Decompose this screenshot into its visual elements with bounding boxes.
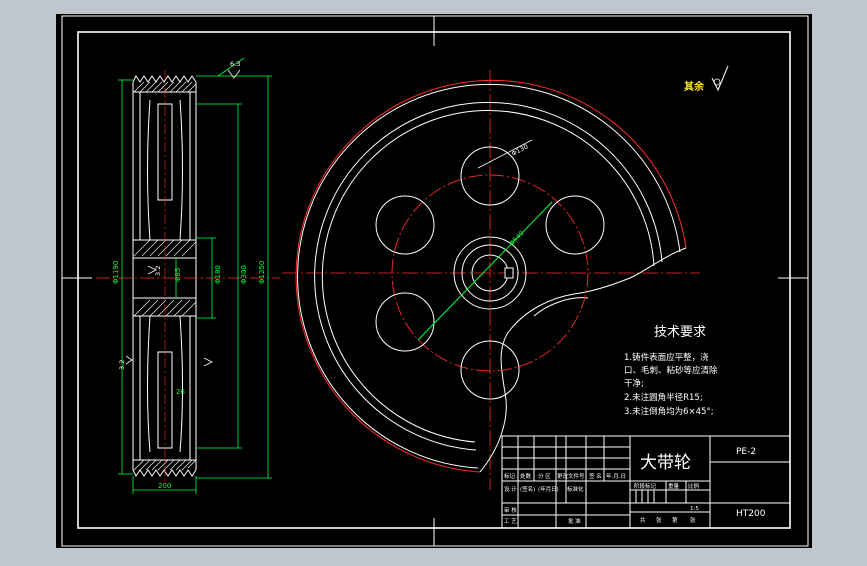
dim-left-outer: Φ1190 <box>112 261 120 284</box>
roughness-left: 3.2 <box>118 360 126 370</box>
surface-finish-rest-label: 其余 <box>684 80 705 93</box>
drawing-number: PE-2 <box>736 447 756 457</box>
scale: 1:5 <box>690 506 699 512</box>
tb-r2-3: 标准化 <box>567 485 584 493</box>
tb-r1-3: 更改文件号 <box>557 472 585 480</box>
roughness-top: 6.3 <box>230 60 240 68</box>
tb-r2-right-1: 重量 <box>668 482 680 490</box>
tech-req-line5: 3.未注倒角均为6×45°; <box>624 406 714 417</box>
cad-window: Φ1190 Φ85 Φ180 Φ300 Φ1250 200 26 6.3 3.2… <box>0 0 867 562</box>
tb-r1-1: 处数 <box>520 472 532 480</box>
dim-left-hub: Φ85 <box>174 268 182 282</box>
tech-req-line3: 干净; <box>624 378 644 389</box>
tech-req-line2: 口、毛刺、粘砂等应清除 <box>624 365 718 376</box>
tb-r1-2: 分 区 <box>538 472 551 480</box>
tb-r4-right-1: 张 <box>656 516 662 524</box>
tb-r4-left-1: 批 准 <box>568 517 581 525</box>
tb-r2-0: 设 计 <box>504 485 517 493</box>
tech-req-heading: 技术要求 <box>654 325 706 340</box>
tb-r2-2: (年月日) <box>538 485 559 493</box>
tb-r2-1: (签名) <box>520 485 535 493</box>
dim-left-mid: Φ180 <box>214 265 222 284</box>
tech-req-line1: 1.铸件表面应平整，浇 <box>624 352 709 363</box>
tb-r2-right-2: 比例 <box>688 482 700 490</box>
tb-r1-0: 标记 <box>504 472 516 480</box>
dim-width: 200 <box>158 482 171 490</box>
dim-key: 26 <box>176 388 185 396</box>
tb-r1-4: 签 名 <box>589 472 602 480</box>
tb-r4-right-2: 第 <box>672 516 678 524</box>
tb-r4-left-0: 工 艺 <box>504 518 517 525</box>
dim-right-outer: Φ1250 <box>258 261 266 284</box>
tb-r4-right-0: 共 <box>640 516 646 524</box>
tb-r2-right-0: 阶段标记 <box>634 482 657 490</box>
tb-r1-5: 年.月.日 <box>606 472 626 480</box>
tech-req-line4: 2.未注圆角半径R15; <box>624 392 703 403</box>
cad-drawing-canvas: Φ1190 Φ85 Φ180 Φ300 Φ1250 200 26 6.3 3.2… <box>56 14 812 548</box>
keyway <box>504 267 514 279</box>
tb-r3-left: 审 核 <box>504 506 517 514</box>
tb-r4-right-3: 张 <box>690 516 696 524</box>
drawing-sheet <box>56 14 812 548</box>
material: HT200 <box>736 509 766 519</box>
dim-left-rim: Φ300 <box>240 265 248 284</box>
drawing-title: 大带轮 <box>640 453 691 473</box>
